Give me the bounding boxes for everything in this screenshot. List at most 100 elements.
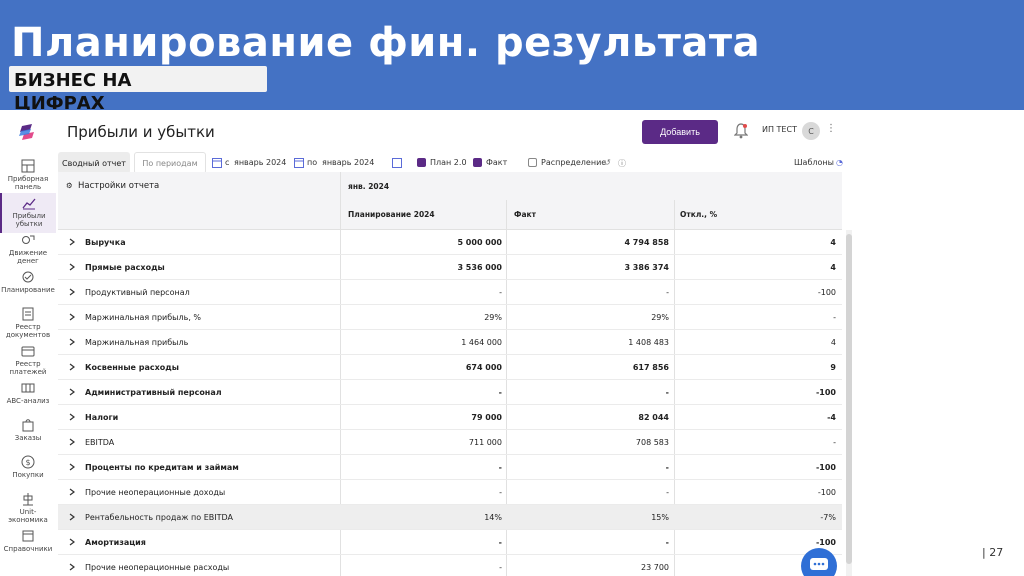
- deviation-value: 4: [830, 263, 836, 272]
- calendar-from-icon[interactable]: [212, 157, 222, 168]
- plan-value: 3 536 000: [457, 263, 502, 272]
- row-label: Прочие неоперационные расходы: [85, 563, 230, 572]
- plan-value: -: [499, 288, 502, 297]
- chevron-right-icon[interactable]: [69, 313, 75, 321]
- sidebar-item[interactable]: Движение денег: [0, 230, 56, 270]
- row-label: Рентабельность продаж по EBITDA: [85, 513, 233, 522]
- plan-value: -: [499, 563, 502, 572]
- unit-icon: [23, 493, 33, 506]
- chevron-right-icon[interactable]: [69, 438, 75, 446]
- sidebar-item[interactable]: Планирование: [0, 267, 56, 307]
- report-settings-link[interactable]: Настройки отчета: [78, 181, 159, 191]
- tab-by-periods[interactable]: По периодам: [134, 152, 206, 174]
- date-to-field[interactable]: январь 2024: [322, 158, 374, 167]
- plan-value: 79 000: [471, 413, 502, 422]
- book-icon: [22, 530, 34, 542]
- sidebar-item[interactable]: ABC-анализ: [0, 378, 56, 418]
- settings-gear-icon[interactable]: ⚙: [66, 181, 73, 190]
- date-to-label: по: [307, 158, 318, 167]
- money-flow-icon: [22, 235, 35, 244]
- sidebar-item[interactable]: Реестр платежей: [0, 341, 56, 381]
- plan-label: План 2.0: [430, 158, 467, 167]
- table-row[interactable]: Амортизация - - -100: [58, 530, 842, 555]
- table-row[interactable]: Прочие неоперационные доходы - - -100: [58, 480, 842, 505]
- abc-icon: [21, 383, 35, 393]
- column-header-fact[interactable]: Факт: [514, 210, 536, 219]
- table-row[interactable]: Прочие неоперационные расходы - 23 700: [58, 555, 842, 576]
- fact-checkbox[interactable]: [473, 158, 482, 167]
- help-icon[interactable]: ⓘ: [618, 158, 626, 169]
- refresh-icon[interactable]: ↺: [604, 158, 611, 167]
- fact-value: 3 386 374: [624, 263, 669, 272]
- chevron-right-icon[interactable]: [69, 463, 75, 471]
- row-label: Маржинальная прибыль, %: [85, 313, 202, 322]
- chevron-right-icon[interactable]: [69, 363, 75, 371]
- calendar-picker-icon[interactable]: [392, 157, 402, 168]
- sidebar-item[interactable]: Прибыли убытки: [0, 193, 56, 233]
- column-header-deviation[interactable]: Откл., %: [680, 210, 717, 219]
- add-button[interactable]: Добавить: [642, 120, 718, 144]
- chevron-right-icon[interactable]: [69, 338, 75, 346]
- table-row[interactable]: Проценты по кредитам и займам - - -100: [58, 455, 842, 480]
- sidebar-item[interactable]: Приборная панель: [0, 156, 56, 196]
- fact-value: 29%: [651, 313, 669, 322]
- sidebar-item-label: ABC-анализ: [6, 397, 50, 405]
- slide: Планирование фин. результата БИЗНЕС НА Ц…: [0, 0, 1024, 576]
- row-label: Косвенные расходы: [85, 363, 179, 372]
- notification-bell-icon[interactable]: [734, 123, 748, 139]
- chevron-right-icon[interactable]: [69, 288, 75, 296]
- tab-summary-report[interactable]: Сводный отчет: [58, 152, 130, 174]
- sidebar-item-label: Планирование: [1, 286, 55, 294]
- chevron-right-icon[interactable]: [69, 488, 75, 496]
- fact-value: -: [665, 463, 669, 472]
- user-name[interactable]: ИП ТЕСТ: [762, 125, 797, 134]
- sidebar-item[interactable]: Unit-экономика: [0, 489, 56, 529]
- fact-value: -: [666, 288, 669, 297]
- distribution-checkbox[interactable]: [528, 158, 537, 167]
- calendar-to-icon[interactable]: [294, 157, 304, 168]
- table-row[interactable]: Рентабельность продаж по EBITDA 14% 15% -7%: [58, 505, 842, 530]
- chevron-right-icon[interactable]: [69, 388, 75, 396]
- sidebar-item[interactable]: Заказы: [0, 415, 56, 455]
- chat-icon: [810, 558, 828, 570]
- table-row[interactable]: Налоги 79 000 82 044 -4: [58, 405, 842, 430]
- more-menu-icon[interactable]: ⋮: [826, 123, 836, 134]
- scrollbar-thumb[interactable]: [846, 234, 852, 564]
- chevron-right-icon[interactable]: [69, 413, 75, 421]
- app-logo-icon[interactable]: [18, 122, 38, 142]
- templates-label[interactable]: Шаблоны: [794, 158, 834, 167]
- table-row[interactable]: Прямые расходы 3 536 000 3 386 374 4: [58, 255, 842, 280]
- table-row[interactable]: EBITDA 711 000 708 583 -: [58, 430, 842, 455]
- table-row[interactable]: Маржинальная прибыль 1 464 000 1 408 483 4: [58, 330, 842, 355]
- sidebar-item-label: Реестр платежей: [9, 360, 47, 376]
- table-row[interactable]: Выручка 5 000 000 4 794 858 4: [58, 230, 842, 255]
- fact-value: -: [666, 488, 669, 497]
- table-scrollbar[interactable]: [846, 230, 852, 576]
- table-row[interactable]: Косвенные расходы 674 000 617 856 9: [58, 355, 842, 380]
- row-label: Выручка: [85, 238, 126, 247]
- plan-value: 674 000: [465, 363, 502, 372]
- deviation-value: -7%: [820, 513, 836, 522]
- table-row[interactable]: Маржинальная прибыль, % 29% 29% -: [58, 305, 842, 330]
- table-row[interactable]: Продуктивный персонал - - -100: [58, 280, 842, 305]
- row-label: Административный персонал: [85, 388, 222, 397]
- sidebar-item[interactable]: $ Покупки: [0, 452, 56, 492]
- sidebar-item[interactable]: Реестр документов: [0, 304, 56, 344]
- chat-button[interactable]: [801, 548, 837, 576]
- templates-icon[interactable]: ◔: [836, 158, 843, 167]
- sidebar-item[interactable]: Справочники: [0, 526, 56, 566]
- chevron-right-icon[interactable]: [69, 563, 75, 571]
- row-label: Прямые расходы: [85, 263, 165, 272]
- fact-value: 15%: [651, 513, 669, 522]
- chevron-right-icon[interactable]: [69, 238, 75, 246]
- chevron-right-icon[interactable]: [69, 538, 75, 546]
- chevron-right-icon[interactable]: [69, 513, 75, 521]
- avatar[interactable]: С: [802, 122, 820, 140]
- plan-value: -: [498, 538, 502, 547]
- plan-checkbox[interactable]: [417, 158, 426, 167]
- date-from-field[interactable]: январь 2024: [234, 158, 286, 167]
- chevron-right-icon[interactable]: [69, 263, 75, 271]
- column-header-plan[interactable]: Планирование 2024: [348, 210, 435, 219]
- slide-title: Планирование фин. результата: [11, 20, 761, 66]
- table-row[interactable]: Административный персонал - - -100: [58, 380, 842, 405]
